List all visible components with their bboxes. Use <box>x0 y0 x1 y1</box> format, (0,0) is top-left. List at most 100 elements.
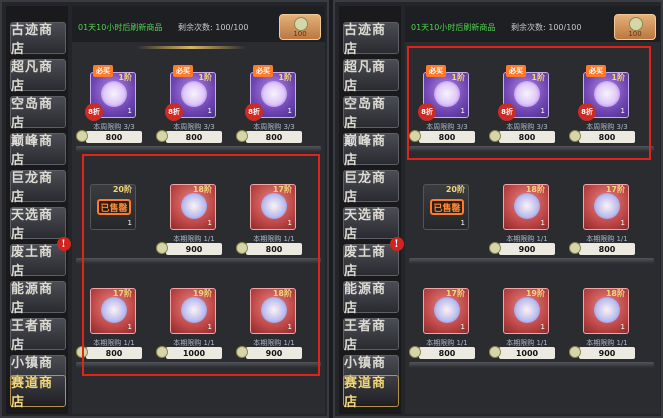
price-button[interactable]: 800 <box>569 242 635 255</box>
sidebar-tab[interactable]: 超凡商店 <box>343 59 399 94</box>
item-qty: 1 <box>620 219 625 227</box>
coin-icon <box>76 130 88 142</box>
sidebar-tab-active[interactable]: 赛道商店 <box>343 375 399 410</box>
sidebar-tab[interactable]: 天选商店 <box>343 207 399 242</box>
coin-icon <box>489 242 501 254</box>
price-button[interactable]: 1000 <box>489 346 555 359</box>
coin-icon <box>569 242 581 254</box>
sidebar-tab[interactable]: 能源商店 <box>10 281 66 316</box>
price-button[interactable]: 800 <box>156 130 222 143</box>
sidebar-tab[interactable]: 天选商店 <box>10 207 66 242</box>
item-card: 17阶 1 <box>423 288 469 334</box>
shop-topbar: 01天10小时后刷新商品 剩余次数: 100/100 100 <box>72 6 325 42</box>
screenshot-root: 古迹商店 超凡商店 空岛商店 巅峰商店 巨龙商店 天选商店 废土商店 ! 能源商… <box>0 0 663 418</box>
coin-count: 100 <box>293 30 307 38</box>
price-button[interactable]: 900 <box>489 242 555 255</box>
coin-icon <box>629 17 643 31</box>
item-card: 1阶 1 8折 必买 <box>85 65 136 121</box>
must-buy-tag: 必买 <box>173 65 193 77</box>
sidebar-tab[interactable]: 废土商店 ! <box>343 237 404 279</box>
sidebar-tab[interactable]: 王者商店 <box>343 318 399 353</box>
price-value: 900 <box>598 348 616 358</box>
shop-item[interactable]: 18阶 1 本期限购 1/1 900 <box>489 174 557 255</box>
item-card: 18阶 1 <box>583 288 629 334</box>
discount-badge: 8折 <box>165 103 183 121</box>
sidebar-tab[interactable]: 古迹商店 <box>10 22 66 57</box>
item-qty: 1 <box>207 107 212 115</box>
item-level: 17阶 <box>605 185 625 194</box>
item-emblem-icon <box>434 297 460 323</box>
sidebar-tab-active[interactable]: 赛道商店 <box>10 375 66 410</box>
item-emblem-icon <box>261 81 287 107</box>
sidebar-tab[interactable]: 王者商店 <box>10 318 66 353</box>
item-level: 18阶 <box>525 185 545 194</box>
notification-badge: ! <box>57 237 71 251</box>
shop-item[interactable]: 20阶 已售罄 1 <box>417 174 477 252</box>
shop-content: 01天10小时后刷新商品 剩余次数: 100/100 100 1阶 1 8折 必… <box>405 6 660 414</box>
item-card: 20阶 已售罄 1 <box>423 184 469 230</box>
shop-item[interactable]: 19阶 1 本期限购 1/1 1000 <box>489 278 557 359</box>
sidebar-tab[interactable]: 巨龙商店 <box>10 170 66 205</box>
coin-icon <box>409 346 421 358</box>
item-card: 19阶 1 <box>503 288 549 334</box>
shop-item[interactable]: 1阶 1 8折 必买 本周限购 3/3 800 <box>156 62 224 143</box>
divider-line <box>136 46 246 49</box>
notification-badge: ! <box>390 237 404 251</box>
discount-badge: 8折 <box>245 103 263 121</box>
shop-content: 01天10小时后刷新商品 剩余次数: 100/100 100 1阶 1 8折 必… <box>72 6 325 414</box>
item-card: 17阶 1 <box>583 184 629 230</box>
item-level: 1阶 <box>118 73 132 82</box>
coin-balance-button[interactable]: 100 <box>279 14 321 40</box>
sidebar-tab[interactable]: 巨龙商店 <box>343 170 399 205</box>
item-level: 20阶 <box>445 185 465 194</box>
sidebar-tab[interactable]: 能源商店 <box>343 281 399 316</box>
shelf <box>76 146 321 152</box>
item-card: 1阶 1 8折 必买 <box>165 65 216 121</box>
shop-item[interactable]: 1阶 1 8折 必买 本周限购 3/3 800 <box>236 62 304 143</box>
shop-sidebar: 古迹商店 超凡商店 空岛商店 巅峰商店 巨龙商店 天选商店 废土商店 ! 能源商… <box>339 6 404 414</box>
sidebar-tab[interactable]: 空岛商店 <box>10 96 66 131</box>
price-value: 800 <box>438 348 456 358</box>
shop-item[interactable]: 17阶 1 本期限购 1/1 800 <box>569 174 637 255</box>
item-qty: 1 <box>620 323 625 331</box>
item-emblem-icon <box>594 193 620 219</box>
coin-icon <box>489 346 501 358</box>
shop-item[interactable]: 18阶 1 本期限购 1/1 900 <box>569 278 637 359</box>
sidebar-tab[interactable]: 古迹商店 <box>343 22 399 57</box>
price-button[interactable]: 800 <box>409 346 475 359</box>
price-value: 800 <box>105 132 123 142</box>
item-emblem-icon <box>514 193 540 219</box>
price-button[interactable]: 900 <box>569 346 635 359</box>
item-qty: 1 <box>127 107 132 115</box>
item-level: 1阶 <box>198 73 212 82</box>
item-qty: 1 <box>287 107 292 115</box>
item-level: 1阶 <box>278 73 292 82</box>
shop-item[interactable]: 17阶 1 本期限购 1/1 800 <box>409 278 477 359</box>
sidebar-tab[interactable]: 巅峰商店 <box>10 133 66 168</box>
price-button[interactable]: 800 <box>76 130 142 143</box>
item-card: 18阶 1 <box>503 184 549 230</box>
shelf <box>409 258 654 264</box>
coin-icon <box>569 346 581 358</box>
sidebar-tab[interactable]: 超凡商店 <box>10 59 66 94</box>
price-value: 900 <box>518 244 536 254</box>
price-button[interactable]: 800 <box>236 130 302 143</box>
item-qty: 1 <box>460 323 465 331</box>
coin-icon <box>156 130 168 142</box>
shop-topbar: 01天10小时后刷新商品 剩余次数: 100/100 100 <box>405 6 660 42</box>
must-buy-tag: 必买 <box>93 65 113 77</box>
highlight-box <box>407 46 651 160</box>
sidebar-tab[interactable]: 巅峰商店 <box>343 133 399 168</box>
sold-out-badge: 已售罄 <box>430 199 464 215</box>
price-value: 1000 <box>515 348 539 358</box>
coin-balance-button[interactable]: 100 <box>614 14 656 40</box>
sidebar-tab[interactable]: 空岛商店 <box>343 96 399 131</box>
sidebar-tab[interactable]: 废土商店 ! <box>10 237 71 279</box>
item-emblem-icon <box>594 297 620 323</box>
price-value: 800 <box>185 132 203 142</box>
coin-icon <box>236 130 248 142</box>
highlight-box <box>82 154 320 376</box>
shop-item[interactable]: 1阶 1 8折 必买 本周限购 3/3 800 <box>76 62 144 143</box>
coin-count: 100 <box>628 30 642 38</box>
shop-sidebar: 古迹商店 超凡商店 空岛商店 巅峰商店 巨龙商店 天选商店 废土商店 ! 能源商… <box>6 6 71 414</box>
